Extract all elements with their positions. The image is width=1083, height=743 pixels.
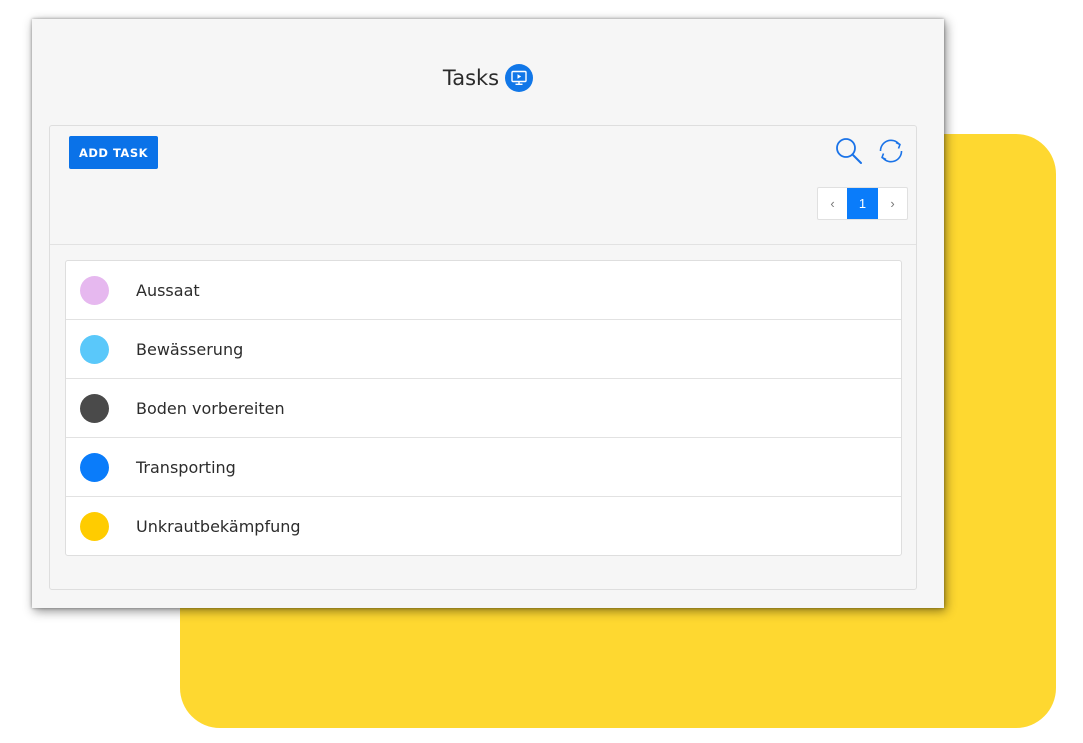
task-color-dot: [80, 511, 109, 541]
task-color-dot: [80, 393, 109, 423]
task-list-item[interactable]: Boden vorbereiten: [66, 378, 901, 437]
pagination: ‹ 1 ›: [817, 187, 908, 220]
task-list-item[interactable]: Unkrautbekämpfung: [66, 496, 901, 555]
search-icon[interactable]: [834, 136, 864, 166]
task-label: Boden vorbereiten: [136, 398, 285, 418]
task-label: Unkrautbekämpfung: [136, 516, 301, 536]
page-header: Tasks: [32, 63, 944, 93]
pagination-prev-button[interactable]: ‹: [818, 188, 847, 219]
task-list: Aussaat Bewässerung Boden vorbereiten Tr…: [65, 260, 902, 556]
pagination-page-1[interactable]: 1: [847, 188, 878, 219]
refresh-icon[interactable]: [876, 136, 906, 166]
page-title: Tasks: [442, 66, 500, 90]
task-list-item[interactable]: Transporting: [66, 437, 901, 496]
task-label: Aussaat: [136, 280, 200, 300]
task-label: Transporting: [136, 457, 236, 477]
monitor-play-icon[interactable]: [505, 64, 534, 92]
task-color-dot: [80, 334, 109, 364]
pagination-next-button[interactable]: ›: [878, 188, 907, 219]
task-label: Bewässerung: [136, 339, 244, 359]
tasks-window: Tasks ADD TASK ‹ 1 › Aussaat Bewässerung…: [32, 19, 944, 608]
task-list-item[interactable]: Aussaat: [66, 261, 901, 319]
tasks-panel: ADD TASK ‹ 1 › Aussaat Bewässerung Boden…: [49, 125, 917, 590]
task-list-item[interactable]: Bewässerung: [66, 319, 901, 378]
task-color-dot: [80, 275, 109, 305]
add-task-button[interactable]: ADD TASK: [69, 136, 158, 169]
task-color-dot: [80, 452, 109, 482]
toolbar: ADD TASK ‹ 1 ›: [50, 126, 916, 245]
